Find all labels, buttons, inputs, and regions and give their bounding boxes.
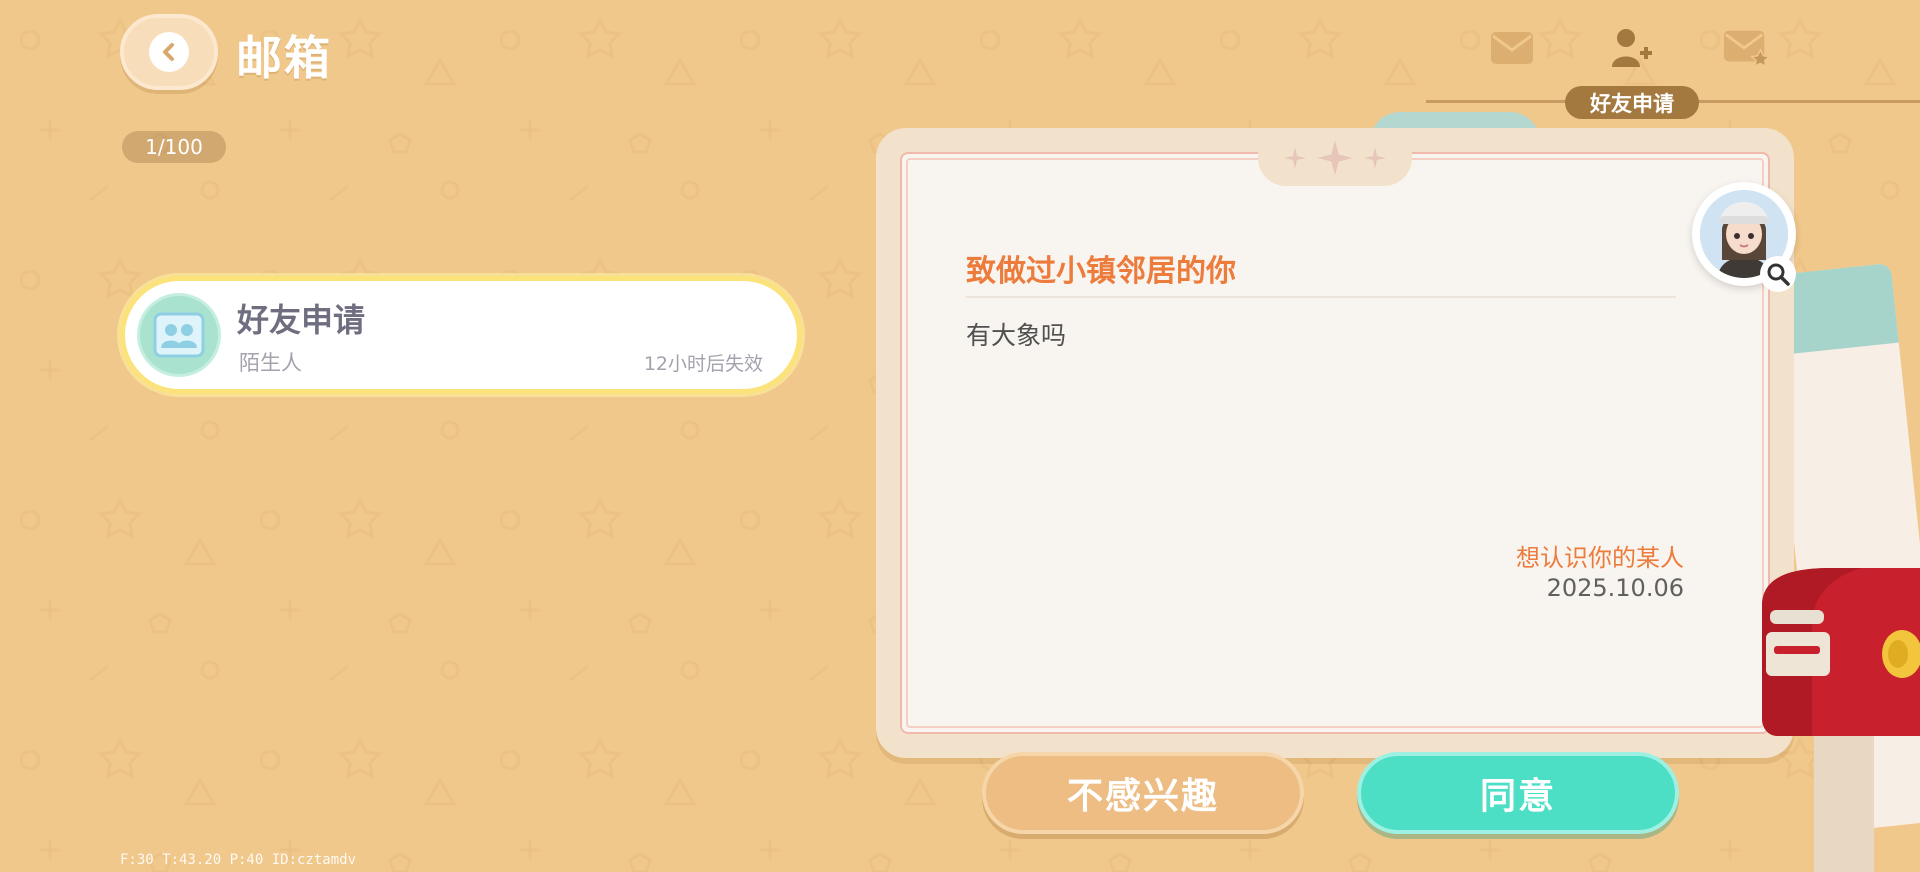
debug-overlay: F:30 T:43.20 P:40 ID:cztamdv	[120, 852, 357, 868]
page-title: 邮箱	[236, 31, 332, 85]
tab-starred-mail[interactable]	[1722, 26, 1770, 70]
tab-mail[interactable]	[1488, 26, 1536, 70]
mail-item-title: 好友申请	[237, 301, 366, 339]
mail-item-sender: 陌生人	[239, 351, 302, 375]
back-button[interactable]	[120, 14, 218, 90]
mail-count-badge: 1/100	[122, 131, 226, 163]
sparkle-icon	[1317, 140, 1353, 176]
letter-date: 2025.10.06	[1546, 574, 1684, 602]
sparkle-decoration	[1258, 130, 1412, 186]
agree-button[interactable]: 同意	[1357, 752, 1679, 834]
back-arrow-icon	[149, 32, 189, 72]
envelope-icon	[1491, 32, 1533, 64]
add-friend-icon	[1612, 29, 1652, 67]
decline-button[interactable]: 不感兴趣	[982, 752, 1304, 834]
envelope-star-icon	[1723, 30, 1770, 68]
view-profile-button[interactable]	[1760, 256, 1796, 292]
mailbox-decoration	[1762, 568, 1920, 872]
letter-body: 有大象吗	[966, 321, 1067, 350]
mail-item-expiry: 12小时后失效	[643, 353, 763, 375]
friend-request-icon	[137, 293, 221, 377]
active-tab-label: 好友申请	[1565, 86, 1699, 119]
tab-friend-request[interactable]	[1608, 26, 1656, 70]
mailbox-screen: 邮箱 1/100 好友申请 好友申请 陌生人 12小时后失效 致做过小镇邻居的你…	[0, 0, 1920, 872]
letter-signature: 想认识你的某人	[1516, 544, 1684, 572]
letter-paper	[900, 152, 1770, 734]
letter-title: 致做过小镇邻居的你	[966, 254, 1236, 289]
sparkle-icon	[1284, 147, 1306, 169]
sparkle-icon	[1364, 147, 1386, 169]
letter-divider	[966, 296, 1676, 298]
mail-list-item[interactable]: 好友申请 陌生人 12小时后失效	[120, 276, 802, 394]
magnifier-icon	[1767, 263, 1790, 286]
